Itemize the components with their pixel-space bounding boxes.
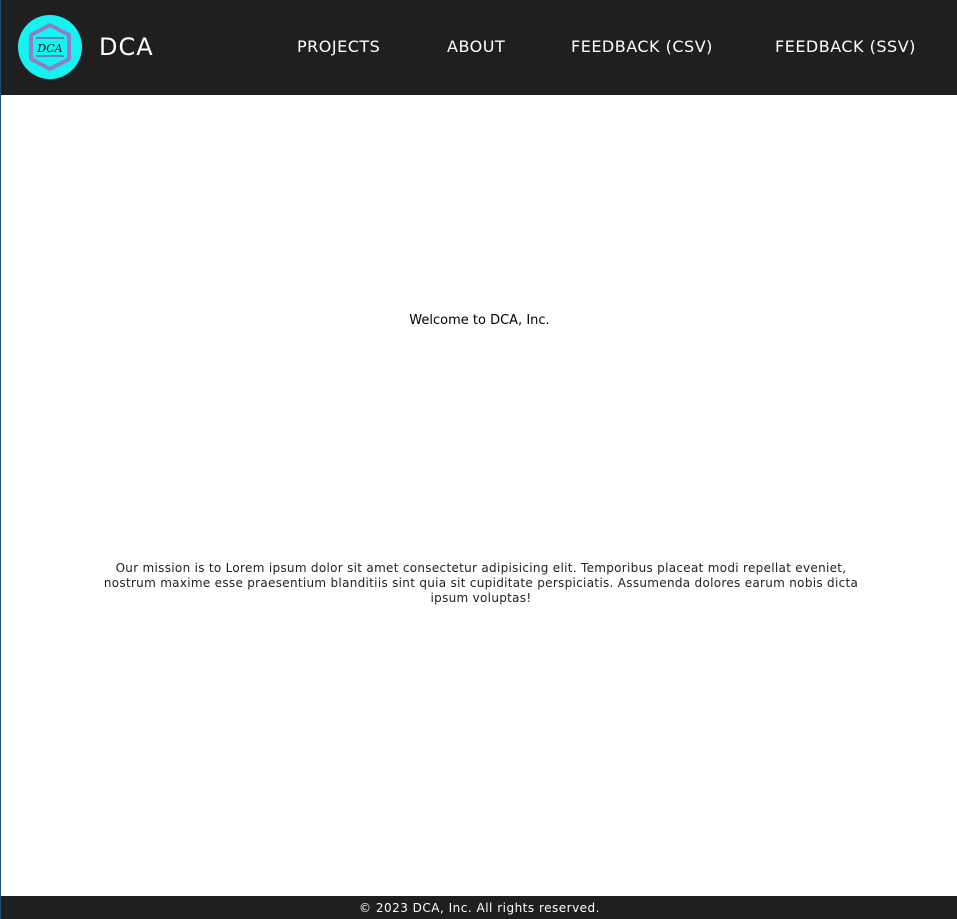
nav-about-link[interactable]: ABOUT (447, 37, 505, 57)
brand-name: DCA (99, 33, 154, 61)
page: DCA DCA PROJECTS ABOUT FEEDBACK (CSV) FE… (0, 0, 957, 919)
nav-projects-link[interactable]: PROJECTS (297, 37, 380, 57)
logo-icon: DCA (29, 23, 71, 71)
welcome-heading: Welcome to DCA, Inc. (409, 313, 550, 328)
logo-text: DCA (36, 42, 62, 55)
site-header: DCA DCA PROJECTS ABOUT FEEDBACK (CSV) FE… (1, 0, 957, 95)
copyright-text: © 2023 DCA, Inc. All rights reserved. (359, 901, 600, 915)
logo[interactable]: DCA (18, 15, 82, 79)
site-footer: © 2023 DCA, Inc. All rights reserved. (1, 896, 957, 919)
nav-feedback-csv-link[interactable]: FEEDBACK (CSV) (571, 37, 713, 57)
mission-text: Our mission is to Lorem ipsum dolor sit … (103, 561, 859, 605)
nav-feedback-ssv-link[interactable]: FEEDBACK (SSV) (775, 37, 916, 57)
